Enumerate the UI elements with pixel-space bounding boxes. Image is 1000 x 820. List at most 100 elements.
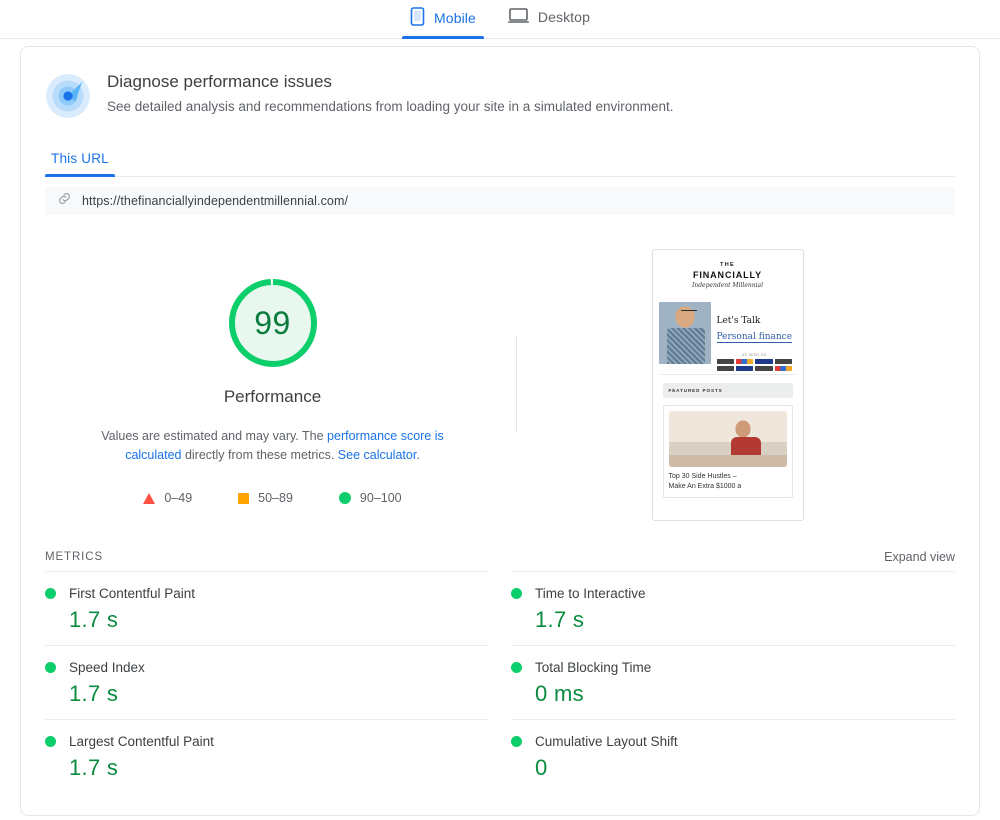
metric-row[interactable]: Time to Interactive 1.7 s bbox=[511, 571, 955, 645]
see-calculator-link[interactable]: See calculator bbox=[338, 448, 417, 462]
mobile-phone-icon bbox=[410, 7, 425, 29]
score-and-thumbnail-area: 99 Performance Values are estimated and … bbox=[21, 247, 979, 537]
performance-report-card: Diagnose performance issues See detailed… bbox=[20, 46, 980, 816]
metric-row[interactable]: Cumulative Layout Shift 0 bbox=[511, 719, 955, 793]
url-tabs: This URL bbox=[45, 147, 955, 177]
metric-name: Time to Interactive bbox=[535, 586, 646, 601]
metric-value: 0 bbox=[511, 755, 955, 781]
status-dot-icon bbox=[45, 588, 56, 599]
press-logo bbox=[755, 359, 772, 364]
status-dot-icon bbox=[511, 736, 522, 747]
thumbnail-column: THE FINANCIALLY Independent Millennial L… bbox=[500, 247, 955, 521]
legend-range-good: 90–100 bbox=[360, 491, 402, 505]
thumbnail-featured-label: FEATURED POSTS bbox=[663, 383, 793, 398]
legend-item-average: 50–89 bbox=[238, 491, 293, 505]
metric-header: Cumulative Layout Shift bbox=[511, 734, 955, 749]
thumbnail-press-logos bbox=[717, 359, 793, 371]
thumbnail-post-title-line2: Make An Extra $1000 a bbox=[669, 482, 787, 492]
status-dot-icon bbox=[511, 588, 522, 599]
url-bar[interactable]: https://thefinanciallyindependentmillenn… bbox=[45, 187, 955, 215]
press-logo bbox=[736, 366, 753, 371]
tab-this-url[interactable]: This URL bbox=[45, 147, 115, 176]
vertical-divider bbox=[516, 335, 517, 433]
press-logo bbox=[775, 366, 792, 371]
site-screenshot-thumbnail: THE FINANCIALLY Independent Millennial L… bbox=[652, 249, 804, 521]
metric-value: 1.7 s bbox=[511, 607, 955, 633]
tab-mobile[interactable]: Mobile bbox=[394, 0, 492, 38]
metrics-section-title: METRICS bbox=[45, 551, 103, 563]
thumbnail-site-header: THE FINANCIALLY Independent Millennial bbox=[653, 250, 803, 297]
circle-icon bbox=[339, 492, 351, 504]
performance-score-gauge: 99 bbox=[225, 275, 321, 371]
thumbnail-site-tagline: Independent Millennial bbox=[663, 282, 793, 289]
lighthouse-beacon-icon bbox=[45, 73, 91, 119]
metric-row[interactable]: Largest Contentful Paint 1.7 s bbox=[45, 719, 489, 793]
metrics-grid: First Contentful Paint 1.7 s Speed Index… bbox=[21, 571, 979, 793]
tab-desktop[interactable]: Desktop bbox=[492, 0, 606, 36]
thumbnail-divider bbox=[661, 374, 795, 375]
metric-header: First Contentful Paint bbox=[45, 586, 489, 601]
legend-range-poor: 0–49 bbox=[164, 491, 192, 505]
score-legend: 0–49 50–89 90–100 bbox=[143, 491, 401, 505]
metric-name: Total Blocking Time bbox=[535, 660, 651, 675]
metrics-column-right: Time to Interactive 1.7 s Total Blocking… bbox=[511, 571, 955, 793]
thumbnail-hero-line1: Let's Talk bbox=[717, 316, 793, 326]
thumbnail-hero-text: Let's Talk Personal finance AS SEEN ON bbox=[711, 302, 793, 366]
performance-score-value: 99 bbox=[225, 275, 321, 371]
thumbnail-post-image bbox=[669, 411, 787, 467]
metric-row[interactable]: First Contentful Paint 1.7 s bbox=[45, 571, 489, 645]
score-column: 99 Performance Values are estimated and … bbox=[45, 247, 500, 505]
metric-header: Total Blocking Time bbox=[511, 660, 955, 675]
status-dot-icon bbox=[511, 662, 522, 673]
metric-row[interactable]: Speed Index 1.7 s bbox=[45, 645, 489, 719]
metric-header: Largest Contentful Paint bbox=[45, 734, 489, 749]
thumbnail-site-the: THE bbox=[663, 262, 793, 268]
score-note-middle: directly from these metrics. bbox=[181, 448, 337, 462]
card-header: Diagnose performance issues See detailed… bbox=[21, 47, 979, 119]
tab-mobile-label: Mobile bbox=[434, 11, 476, 25]
metric-name: Largest Contentful Paint bbox=[69, 734, 214, 749]
metric-name: Speed Index bbox=[69, 660, 145, 675]
metric-value: 1.7 s bbox=[45, 755, 489, 781]
press-logo bbox=[755, 366, 772, 371]
legend-range-average: 50–89 bbox=[258, 491, 293, 505]
thumbnail-site-name: FINANCIALLY bbox=[663, 270, 793, 280]
thumbnail-hero-line2: Personal finance bbox=[717, 332, 793, 343]
triangle-icon bbox=[143, 493, 155, 504]
score-disclaimer: Values are estimated and may vary. The p… bbox=[73, 427, 473, 465]
score-note-prefix: Values are estimated and may vary. The bbox=[101, 429, 327, 443]
card-header-text: Diagnose performance issues See detailed… bbox=[107, 69, 674, 119]
metrics-header: METRICS Expand view bbox=[21, 543, 979, 571]
laptop-icon bbox=[508, 7, 529, 27]
page-subtitle: See detailed analysis and recommendation… bbox=[107, 97, 674, 117]
metric-value: 1.7 s bbox=[45, 681, 489, 707]
metric-header: Speed Index bbox=[45, 660, 489, 675]
metric-row[interactable]: Total Blocking Time 0 ms bbox=[511, 645, 955, 719]
metric-value: 0 ms bbox=[511, 681, 955, 707]
performance-score-label: Performance bbox=[224, 387, 321, 407]
legend-item-good: 90–100 bbox=[339, 491, 402, 505]
url-value: https://thefinanciallyindependentmillenn… bbox=[82, 194, 348, 208]
thumbnail-featured-post: Top 30 Side Hustles – Make An Extra $100… bbox=[663, 405, 793, 498]
tab-this-url-label: This URL bbox=[51, 151, 109, 166]
legend-item-poor: 0–49 bbox=[143, 491, 192, 505]
thumbnail-as-seen-on: AS SEEN ON bbox=[717, 353, 793, 357]
thumbnail-person-photo bbox=[659, 302, 711, 364]
expand-view-button[interactable]: Expand view bbox=[884, 550, 955, 564]
thumbnail-hero: Let's Talk Personal finance AS SEEN ON bbox=[653, 302, 803, 366]
press-logo bbox=[717, 366, 734, 371]
tab-desktop-label: Desktop bbox=[538, 10, 590, 24]
page-title: Diagnose performance issues bbox=[107, 71, 674, 93]
metric-value: 1.7 s bbox=[45, 607, 489, 633]
status-dot-icon bbox=[45, 736, 56, 747]
metric-name: First Contentful Paint bbox=[69, 586, 195, 601]
score-note-suffix: . bbox=[416, 448, 419, 462]
metric-name: Cumulative Layout Shift bbox=[535, 734, 678, 749]
status-dot-icon bbox=[45, 662, 56, 673]
platform-tabs: Mobile Desktop bbox=[0, 0, 1000, 39]
press-logo bbox=[736, 359, 753, 364]
press-logo bbox=[717, 359, 734, 364]
metric-header: Time to Interactive bbox=[511, 586, 955, 601]
square-icon bbox=[238, 493, 249, 504]
thumbnail-post-title-line1: Top 30 Side Hustles – bbox=[669, 472, 787, 482]
